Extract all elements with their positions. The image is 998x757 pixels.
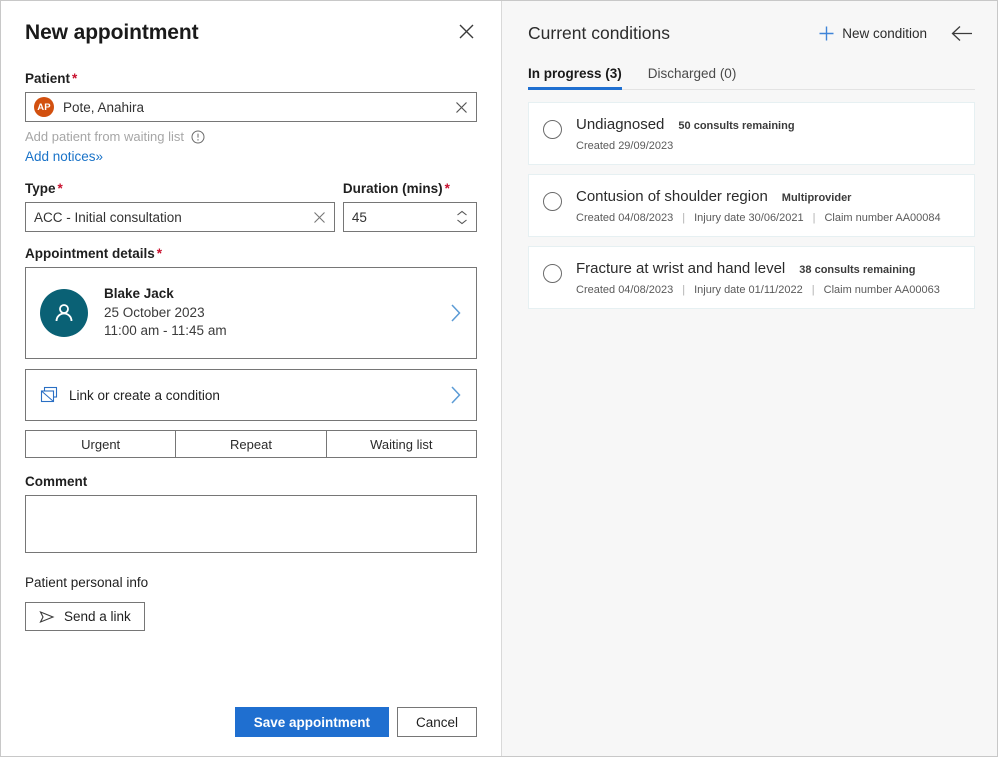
add-notices-link[interactable]: Add notices» bbox=[25, 149, 103, 164]
add-condition-label: New condition bbox=[842, 26, 927, 41]
provider-info: Blake Jack 25 October 2023 11:00 am - 11… bbox=[104, 286, 449, 340]
condition-name: Contusion of shoulder region bbox=[576, 188, 768, 205]
condition-injury-date: Injury date 01/11/2022 bbox=[694, 284, 803, 296]
condition-radio[interactable] bbox=[543, 192, 562, 211]
status-badge: 38 consults remaining bbox=[799, 264, 916, 276]
required-marker: * bbox=[72, 71, 78, 86]
panel-header: New appointment bbox=[25, 21, 477, 45]
list-item[interactable]: Fracture at wrist and hand level 38 cons… bbox=[528, 246, 975, 309]
waiting-list-row: Add patient from waiting list bbox=[25, 129, 477, 144]
send-a-link-button[interactable]: Send a link bbox=[25, 602, 145, 631]
appointment-details-label: Appointment details * bbox=[25, 246, 163, 261]
condition-name: Undiagnosed bbox=[576, 116, 665, 133]
type-duration-row: Type * ACC - Initial consultation Duratio… bbox=[25, 181, 477, 232]
duration-field: Duration (mins) * 45 bbox=[342, 181, 477, 232]
conditions-tabs: In progress (3) Discharged (0) bbox=[528, 66, 975, 90]
condition-meta: Created 04/08/2023 | Injury date 01/11/2… bbox=[576, 284, 960, 296]
new-appointment-panel: New appointment Patient * AP Pote, Anahir… bbox=[1, 1, 502, 756]
patient-value: Pote, Anahira bbox=[63, 99, 145, 115]
flag-urgent[interactable]: Urgent bbox=[25, 430, 177, 458]
condition-name: Fracture at wrist and hand level bbox=[576, 260, 786, 277]
current-conditions-panel: Current conditions New condition In prog… bbox=[502, 1, 997, 756]
condition-created: Created 04/08/2023 bbox=[576, 284, 674, 296]
clear-patient-icon[interactable] bbox=[449, 101, 468, 114]
list-item[interactable]: Contusion of shoulder region Multiprovid… bbox=[528, 174, 975, 237]
flag-waiting-list[interactable]: Waiting list bbox=[326, 430, 477, 458]
link-condition-label: Link or create a condition bbox=[69, 387, 220, 403]
type-field: Type * ACC - Initial consultation bbox=[25, 181, 335, 232]
add-condition-button[interactable]: New condition bbox=[818, 25, 927, 42]
provider-avatar bbox=[40, 289, 88, 337]
type-input[interactable]: ACC - Initial consultation bbox=[25, 202, 335, 232]
condition-created: Created 29/09/2023 bbox=[576, 140, 674, 152]
condition-meta: Created 04/08/2023 | Injury date 30/06/2… bbox=[576, 212, 960, 224]
appointment-dialog: New appointment Patient * AP Pote, Anahir… bbox=[0, 0, 998, 757]
tab-discharged[interactable]: Discharged (0) bbox=[648, 66, 737, 89]
type-value: ACC - Initial consultation bbox=[34, 209, 182, 225]
conditions-list: Undiagnosed 50 consults remaining Create… bbox=[528, 102, 975, 309]
comment-input[interactable] bbox=[25, 495, 477, 553]
send-a-link-label: Send a link bbox=[64, 609, 131, 624]
double-chevron-icon: » bbox=[95, 149, 103, 164]
meta-separator: | bbox=[682, 212, 686, 224]
page-title: New appointment bbox=[25, 21, 199, 44]
meta-separator: | bbox=[812, 212, 816, 224]
patient-label: Patient * bbox=[25, 71, 78, 86]
close-icon[interactable] bbox=[456, 21, 477, 42]
quantity-stepper[interactable] bbox=[456, 210, 468, 225]
status-badge: 50 consults remaining bbox=[678, 120, 795, 132]
conditions-header: Current conditions New condition bbox=[528, 23, 975, 44]
list-item[interactable]: Undiagnosed 50 consults remaining Create… bbox=[528, 102, 975, 165]
condition-heading: Fracture at wrist and hand level 38 cons… bbox=[576, 260, 960, 277]
condition-body: Fracture at wrist and hand level 38 cons… bbox=[576, 260, 960, 296]
condition-radio[interactable] bbox=[543, 264, 562, 283]
tab-in-progress[interactable]: In progress (3) bbox=[528, 66, 622, 90]
arrow-left-icon[interactable] bbox=[949, 23, 975, 44]
duration-input[interactable]: 45 bbox=[342, 202, 477, 232]
condition-injury-date: Injury date 30/06/2021 bbox=[694, 212, 804, 224]
appointment-date: 25 October 2023 bbox=[104, 304, 205, 320]
conditions-title: Current conditions bbox=[528, 23, 671, 43]
cancel-button[interactable]: Cancel bbox=[396, 707, 477, 737]
condition-body: Undiagnosed 50 consults remaining Create… bbox=[576, 116, 960, 152]
condition-created: Created 04/08/2023 bbox=[576, 212, 674, 224]
condition-radio[interactable] bbox=[543, 120, 562, 139]
clear-type-icon[interactable] bbox=[307, 211, 326, 224]
save-button[interactable]: Save appointment bbox=[234, 707, 389, 737]
plus-icon bbox=[818, 25, 835, 42]
layers-icon bbox=[40, 386, 58, 404]
duration-value: 45 bbox=[351, 209, 367, 225]
comment-label: Comment bbox=[25, 474, 88, 489]
patient-input[interactable]: AP Pote, Anahira bbox=[25, 92, 477, 122]
personal-info-label: Patient personal info bbox=[25, 575, 149, 590]
condition-heading: Undiagnosed 50 consults remaining bbox=[576, 116, 960, 133]
condition-heading: Contusion of shoulder region Multiprovid… bbox=[576, 188, 960, 205]
provider-name: Blake Jack bbox=[104, 285, 174, 301]
send-icon bbox=[39, 610, 55, 624]
dialog-actions: Save appointment Cancel bbox=[234, 707, 477, 737]
waiting-list-label: Add patient from waiting list bbox=[25, 129, 184, 144]
meta-separator: | bbox=[682, 284, 686, 296]
appointment-time: 11:00 am - 11:45 am bbox=[104, 323, 227, 338]
meta-separator: | bbox=[811, 284, 815, 296]
type-label: Type * bbox=[25, 181, 63, 196]
chevron-right-icon bbox=[449, 303, 462, 323]
duration-label: Duration (mins) * bbox=[342, 181, 450, 196]
condition-claim-number: Claim number AA00084 bbox=[824, 212, 941, 224]
appointment-details-card[interactable]: Blake Jack 25 October 2023 11:00 am - 11… bbox=[25, 267, 477, 359]
avatar: AP bbox=[34, 97, 54, 117]
chevron-down-icon bbox=[457, 219, 467, 224]
chevron-right-icon bbox=[449, 385, 462, 405]
link-condition-button[interactable]: Link or create a condition bbox=[25, 369, 477, 421]
condition-meta: Created 29/09/2023 bbox=[576, 140, 960, 152]
status-badge: Multiprovider bbox=[781, 192, 852, 204]
condition-body: Contusion of shoulder region Multiprovid… bbox=[576, 188, 960, 224]
condition-claim-number: Claim number AA00063 bbox=[823, 284, 940, 296]
chevron-up-icon bbox=[457, 210, 467, 215]
flag-repeat[interactable]: Repeat bbox=[176, 430, 327, 458]
info-icon[interactable] bbox=[191, 130, 205, 144]
appointment-flags: Urgent Repeat Waiting list bbox=[25, 430, 477, 458]
